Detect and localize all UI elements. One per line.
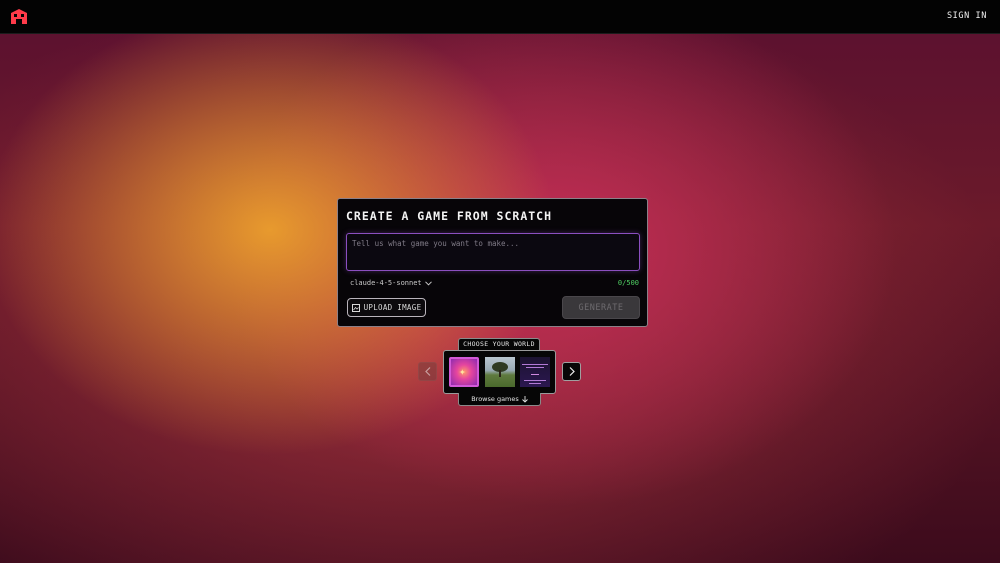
world-thumbnail-sparkle[interactable]: ✦ xyxy=(449,357,479,387)
upload-image-button[interactable]: UPLOAD IMAGE xyxy=(347,298,426,317)
model-selector[interactable]: claude-4-5-sonnet xyxy=(350,279,432,287)
card-title: CREATE A GAME FROM SCRATCH xyxy=(346,209,553,223)
world-carousel: ✦ xyxy=(443,350,556,394)
game-prompt-input[interactable] xyxy=(346,233,640,271)
choose-world-label: CHOOSE YOUR WORLD xyxy=(458,338,540,350)
generate-button[interactable]: GENERATE xyxy=(562,296,640,319)
image-icon xyxy=(351,303,360,312)
chevron-left-icon xyxy=(424,367,430,376)
next-world-button[interactable] xyxy=(562,362,581,381)
browse-games-button[interactable]: Browse games xyxy=(458,393,541,406)
chevron-down-icon xyxy=(424,280,432,286)
world-thumbnail-title[interactable] xyxy=(520,357,550,387)
upload-image-label: UPLOAD IMAGE xyxy=(363,303,422,312)
create-game-card: CREATE A GAME FROM SCRATCH claude-4-5-so… xyxy=(337,198,648,327)
browse-games-label: Browse games xyxy=(471,395,519,403)
sparkle-icon: ✦ xyxy=(459,365,466,378)
character-counter: 0/500 xyxy=(617,279,639,287)
logo-icon[interactable] xyxy=(11,9,27,24)
arrow-down-icon xyxy=(521,395,528,403)
chevron-right-icon xyxy=(569,367,575,376)
world-thumbnail-landscape[interactable] xyxy=(485,357,515,387)
previous-world-button[interactable] xyxy=(418,362,437,381)
top-bar: SIGN IN xyxy=(0,0,1000,34)
model-selector-label: claude-4-5-sonnet xyxy=(350,279,422,287)
sign-in-button[interactable]: SIGN IN xyxy=(947,11,987,21)
tree-icon xyxy=(492,362,508,377)
